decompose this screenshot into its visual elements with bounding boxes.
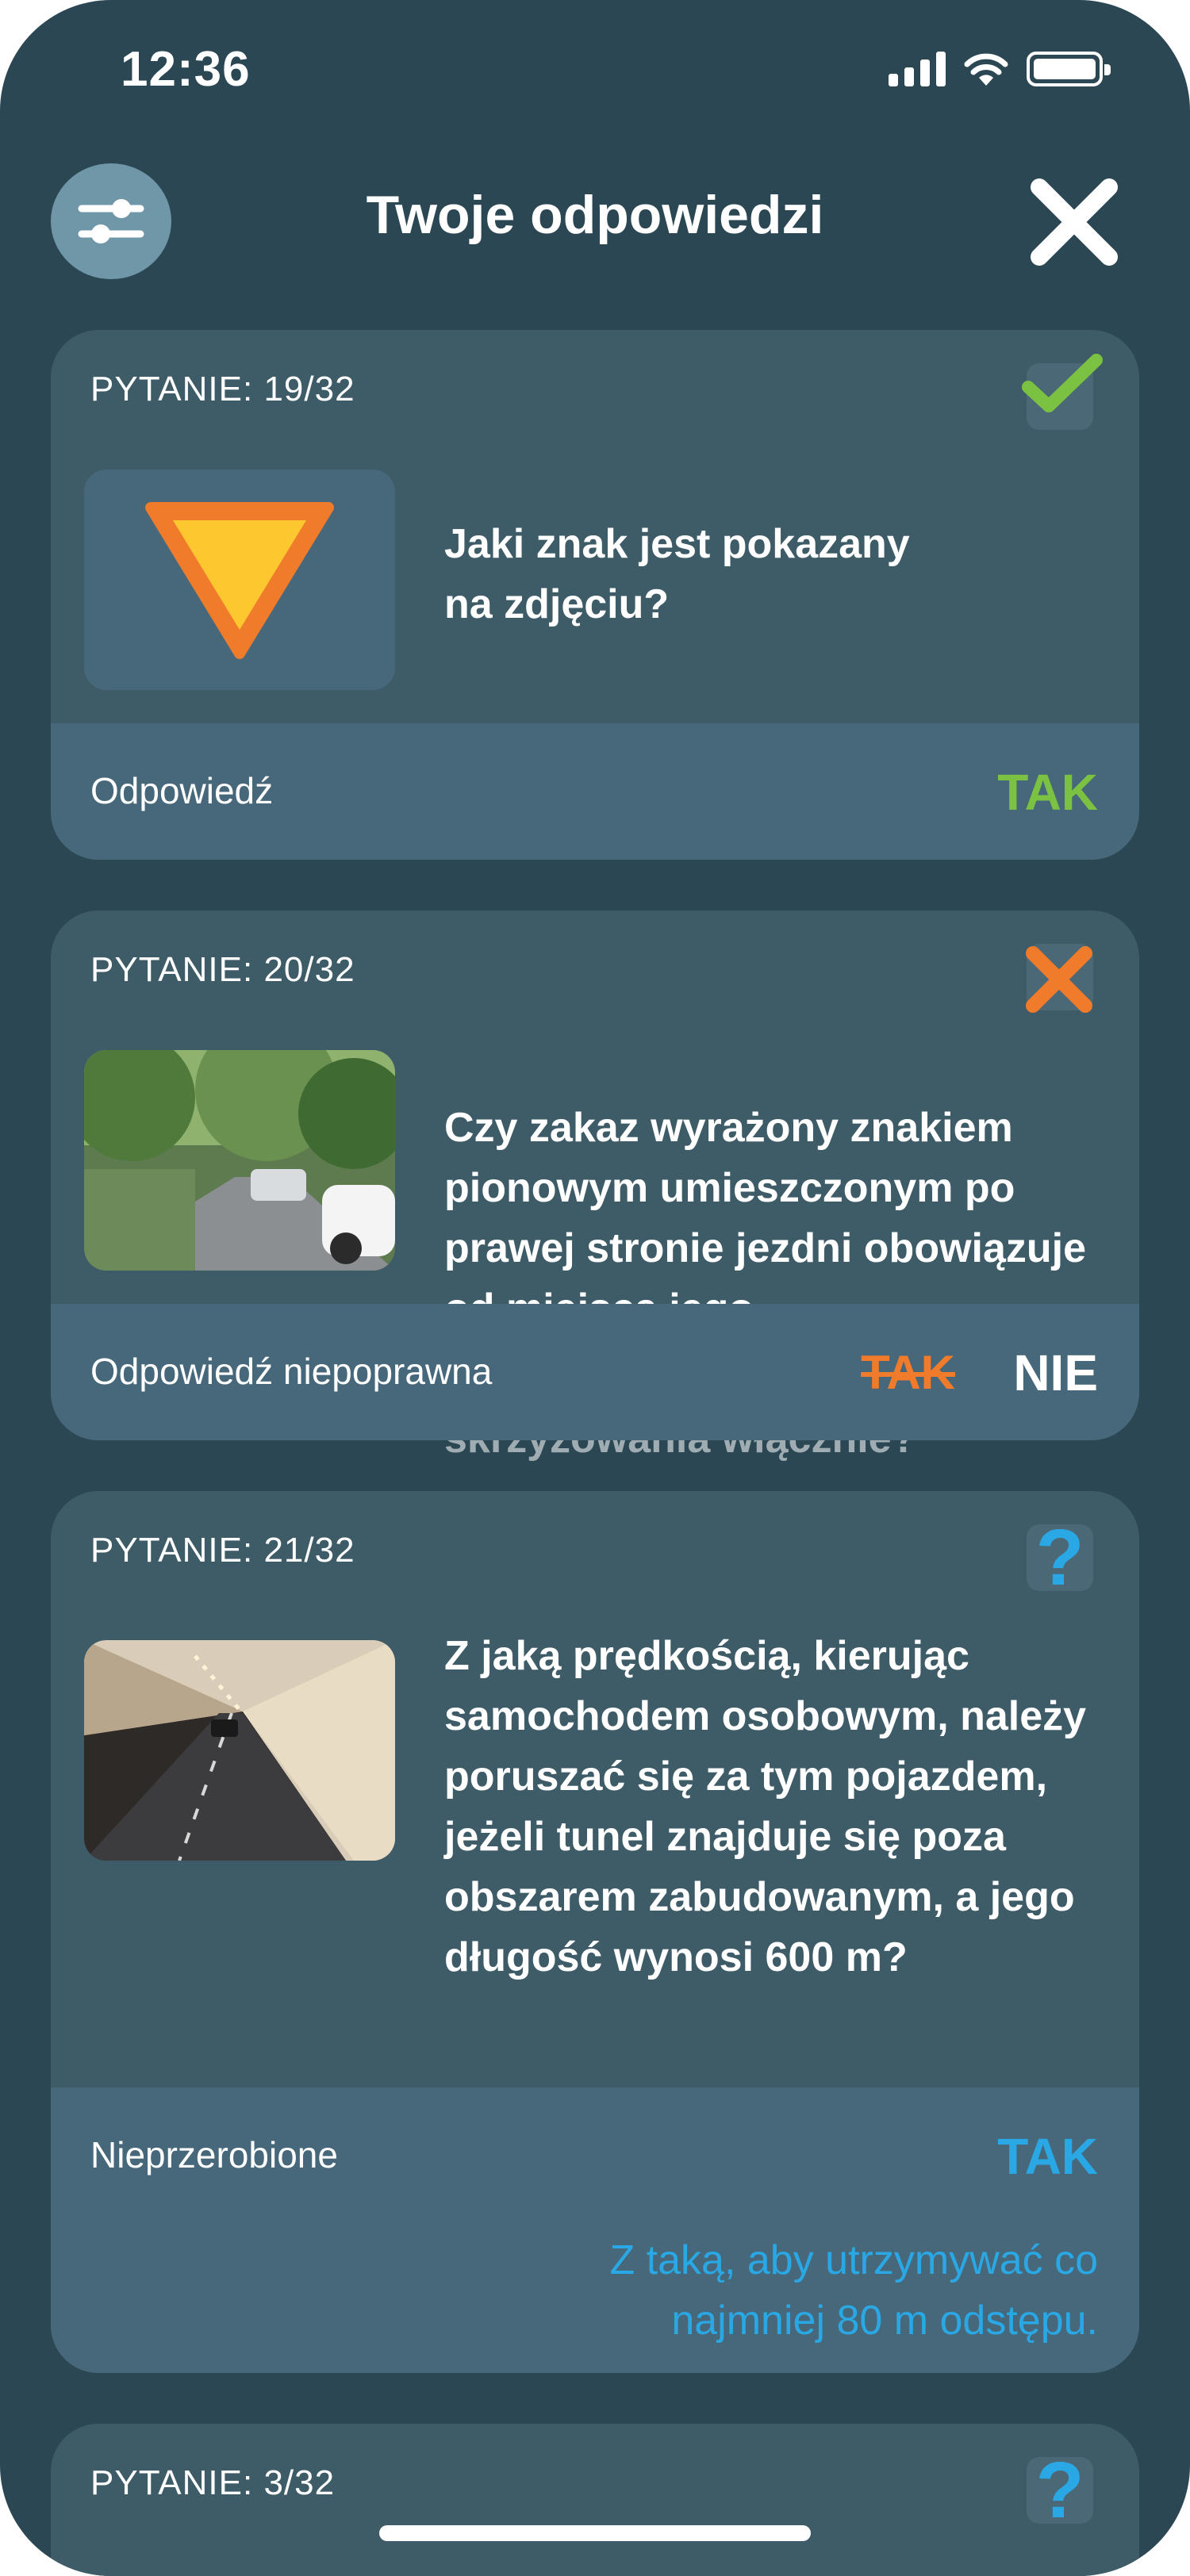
question-number: PYTANIE: 19/32	[90, 370, 355, 408]
status-icons	[889, 51, 1111, 87]
answer-label: Odpowiedź niepoprawna	[90, 1351, 493, 1392]
question-number: PYTANIE: 20/32	[90, 950, 355, 989]
signal-icon	[889, 52, 946, 86]
correct-answer-value: NIE	[1013, 1344, 1098, 1401]
street-photo-icon	[84, 1050, 395, 1271]
wifi-icon	[964, 53, 1008, 86]
answer-value: TAK	[997, 2128, 1098, 2185]
app-screen: 12:36 Twoje odpowiedzi PYTANIE: 19/32 Ja…	[0, 0, 1190, 2576]
question-number: PYTANIE: 21/32	[90, 1531, 355, 1570]
question-card[interactable]: PYTANIE: 21/32 ? Z jaką prędkością, kier…	[51, 1491, 1139, 2373]
yield-sign-icon	[145, 502, 334, 659]
answer-explanation: Z taką, aby utrzymywać co najmniej 80 m …	[609, 2237, 1098, 2344]
cross-icon	[1026, 944, 1093, 1013]
question-icon: ?	[1027, 1518, 1093, 1597]
close-icon[interactable]	[1025, 173, 1123, 271]
question-icon: ?	[1027, 2451, 1093, 2530]
battery-icon	[1027, 52, 1111, 86]
home-indicator[interactable]	[379, 2525, 811, 2541]
question-image	[84, 1050, 395, 1271]
answer-bar: Nieprzerobione TAK Z taką, aby utrzymywa…	[51, 2087, 1139, 2373]
answer-label: Nieprzerobione	[90, 2134, 338, 2175]
check-icon	[1022, 354, 1103, 430]
question-image	[84, 470, 395, 690]
answer-bar: Odpowiedź niepoprawna TAK NIE	[51, 1304, 1139, 1440]
question-text: Jaki znak jest pokazany na zdjęciu?	[444, 521, 910, 627]
page-title: Twoje odpowiedzi	[366, 185, 824, 245]
question-card[interactable]: PYTANIE: 19/32 Jaki znak jest pokazany n…	[51, 330, 1139, 860]
question-text: Z jaką prędkością, kierując samochodem o…	[444, 1633, 1087, 1980]
wrong-answer-value: TAK	[861, 1346, 955, 1399]
answer-bar: Odpowiedź TAK	[51, 723, 1139, 860]
answer-label: Odpowiedź	[90, 770, 274, 811]
question-number: PYTANIE: 3/32	[90, 2463, 336, 2502]
status-time: 12:36	[121, 42, 251, 97]
question-card[interactable]: PYTANIE: 20/32 Czy zakaz wyrażony znakie	[51, 910, 1139, 1440]
question-card[interactable]: PYTANIE: 3/32 ?	[51, 2424, 1139, 2576]
question-image	[84, 1640, 395, 1861]
answer-value: TAK	[997, 764, 1098, 821]
tunnel-photo-icon	[84, 1640, 395, 1861]
